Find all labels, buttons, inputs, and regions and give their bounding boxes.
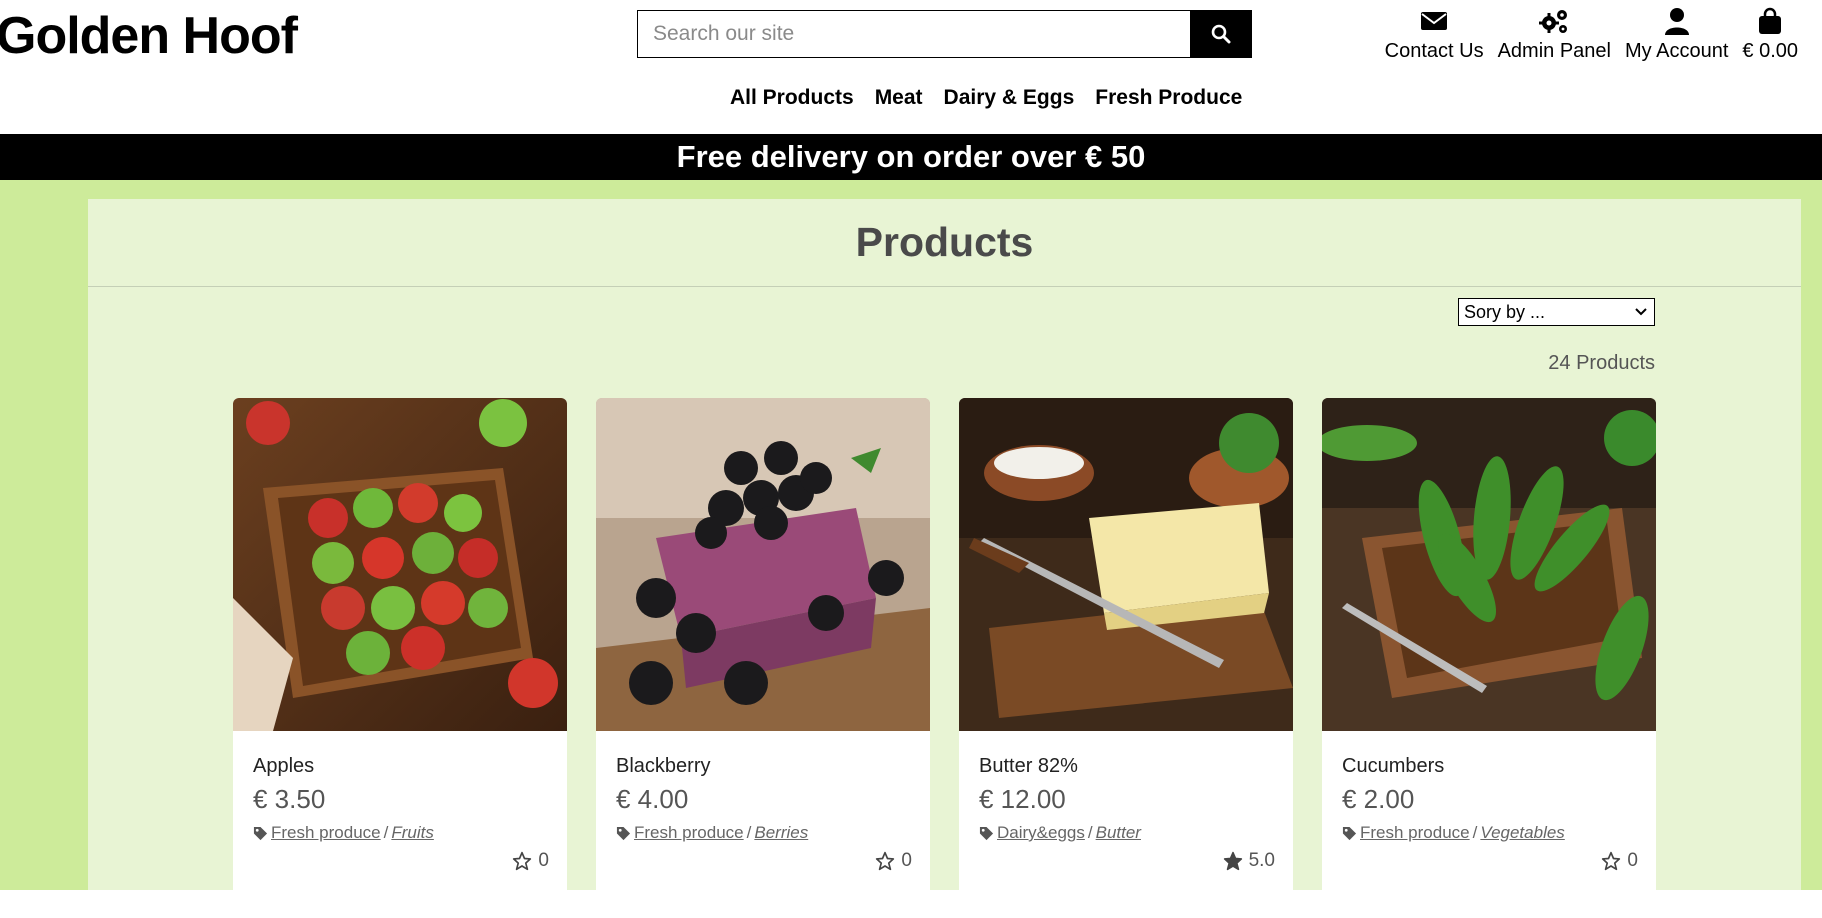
star-outline-icon bbox=[513, 851, 532, 871]
product-card[interactable]: Cucumbers € 2.00 Fresh produce / Vegetab… bbox=[1322, 398, 1656, 918]
star-outline-icon bbox=[1602, 851, 1621, 871]
nav-all-products[interactable]: All Products bbox=[730, 86, 854, 110]
tag-icon bbox=[1342, 826, 1357, 840]
tag-icon bbox=[616, 826, 631, 840]
product-price: € 12.00 bbox=[979, 784, 1066, 814]
admin-panel-link[interactable]: Admin Panel bbox=[1498, 6, 1611, 63]
product-price: € 3.50 bbox=[253, 784, 326, 814]
tag-icon bbox=[253, 826, 268, 840]
cart-total: € 0.00 bbox=[1742, 40, 1798, 62]
product-name[interactable]: Blackberry bbox=[616, 755, 710, 778]
tag-icon bbox=[979, 826, 994, 840]
product-rating: 0 bbox=[1601, 850, 1638, 872]
product-categories: Fresh produce / Fruits bbox=[253, 823, 434, 843]
category-link[interactable]: Fresh produce bbox=[271, 823, 381, 843]
product-image-apples[interactable] bbox=[233, 398, 567, 731]
product-price: € 2.00 bbox=[1342, 784, 1415, 814]
product-image-blackberry[interactable] bbox=[596, 398, 930, 731]
nav-fresh-produce[interactable]: Fresh Produce bbox=[1095, 86, 1242, 110]
envelope-icon bbox=[1420, 6, 1448, 36]
chevron-down-icon bbox=[1635, 308, 1647, 316]
category-separator: / bbox=[1472, 823, 1478, 842]
product-rating: 0 bbox=[875, 850, 912, 872]
contact-us-label: Contact Us bbox=[1384, 40, 1484, 62]
category-link[interactable]: Dairy&eggs bbox=[997, 823, 1085, 843]
category-link[interactable]: Fresh produce bbox=[1360, 823, 1470, 843]
rating-value: 0 bbox=[901, 850, 912, 871]
subcategory-link[interactable]: Fruits bbox=[391, 823, 434, 843]
star-filled-icon bbox=[1223, 851, 1242, 871]
products-panel: Products Sory by ... 24 Products Apples … bbox=[88, 199, 1801, 918]
product-count: 24 Products bbox=[1548, 352, 1655, 374]
product-price: € 4.00 bbox=[616, 784, 689, 814]
product-card[interactable]: Butter 82% € 12.00 Dairy&eggs / Butter 5… bbox=[959, 398, 1293, 918]
search-bar bbox=[637, 10, 1252, 58]
category-separator: / bbox=[383, 823, 389, 842]
shopping-bag-icon bbox=[1758, 6, 1782, 36]
search-input[interactable] bbox=[638, 11, 1190, 57]
admin-panel-label: Admin Panel bbox=[1497, 40, 1611, 62]
category-separator: / bbox=[1087, 823, 1093, 842]
product-categories: Fresh produce / Berries bbox=[616, 823, 808, 843]
subcategory-link[interactable]: Butter bbox=[1096, 823, 1141, 843]
product-categories: Fresh produce / Vegetables bbox=[1342, 823, 1565, 843]
gears-icon bbox=[1537, 6, 1571, 36]
user-icon bbox=[1664, 6, 1690, 36]
category-link[interactable]: Fresh produce bbox=[634, 823, 744, 843]
my-account-label: My Account bbox=[1625, 40, 1729, 62]
product-categories: Dairy&eggs / Butter bbox=[979, 823, 1141, 843]
main-nav: All Products Meat Dairy & Eggs Fresh Pro… bbox=[730, 86, 1242, 110]
subcategory-link[interactable]: Vegetables bbox=[1480, 823, 1564, 843]
utility-nav: Contact Us Admin Panel My Account € 0.00 bbox=[1385, 6, 1798, 63]
search-button[interactable] bbox=[1190, 11, 1251, 57]
sort-select[interactable]: Sory by ... bbox=[1458, 298, 1655, 326]
product-rating: 0 bbox=[512, 850, 549, 872]
product-image-butter[interactable] bbox=[959, 398, 1293, 731]
category-separator: / bbox=[746, 823, 752, 842]
page-title: Products bbox=[855, 219, 1034, 265]
my-account-link[interactable]: My Account bbox=[1625, 6, 1728, 63]
search-icon bbox=[1211, 24, 1230, 44]
product-card[interactable]: Blackberry € 4.00 Fresh produce / Berrie… bbox=[596, 398, 930, 918]
nav-meat[interactable]: Meat bbox=[875, 86, 923, 110]
contact-us-link[interactable]: Contact Us bbox=[1385, 6, 1484, 63]
product-name[interactable]: Butter 82% bbox=[979, 755, 1078, 778]
site-logo[interactable]: Golden Hoof bbox=[0, 6, 298, 66]
product-card[interactable]: Apples € 3.50 Fresh produce / Fruits 0 bbox=[233, 398, 567, 918]
sort-label: Sory by ... bbox=[1464, 301, 1546, 322]
subcategory-link[interactable]: Berries bbox=[754, 823, 808, 843]
nav-dairy-eggs[interactable]: Dairy & Eggs bbox=[944, 86, 1075, 110]
product-image-cucumbers[interactable] bbox=[1322, 398, 1656, 731]
product-name[interactable]: Cucumbers bbox=[1342, 755, 1444, 778]
free-delivery-banner: Free delivery on order over € 50 bbox=[0, 134, 1822, 180]
site-header: Golden Hoof Contact Us bbox=[0, 0, 1822, 134]
rating-value: 0 bbox=[1627, 850, 1638, 871]
cart-link[interactable]: € 0.00 bbox=[1742, 6, 1798, 63]
rating-value: 0 bbox=[538, 850, 549, 871]
star-outline-icon bbox=[876, 851, 895, 871]
product-name[interactable]: Apples bbox=[253, 755, 314, 778]
rating-value: 5.0 bbox=[1248, 850, 1275, 871]
product-rating: 5.0 bbox=[1223, 850, 1275, 872]
title-divider bbox=[88, 286, 1801, 287]
